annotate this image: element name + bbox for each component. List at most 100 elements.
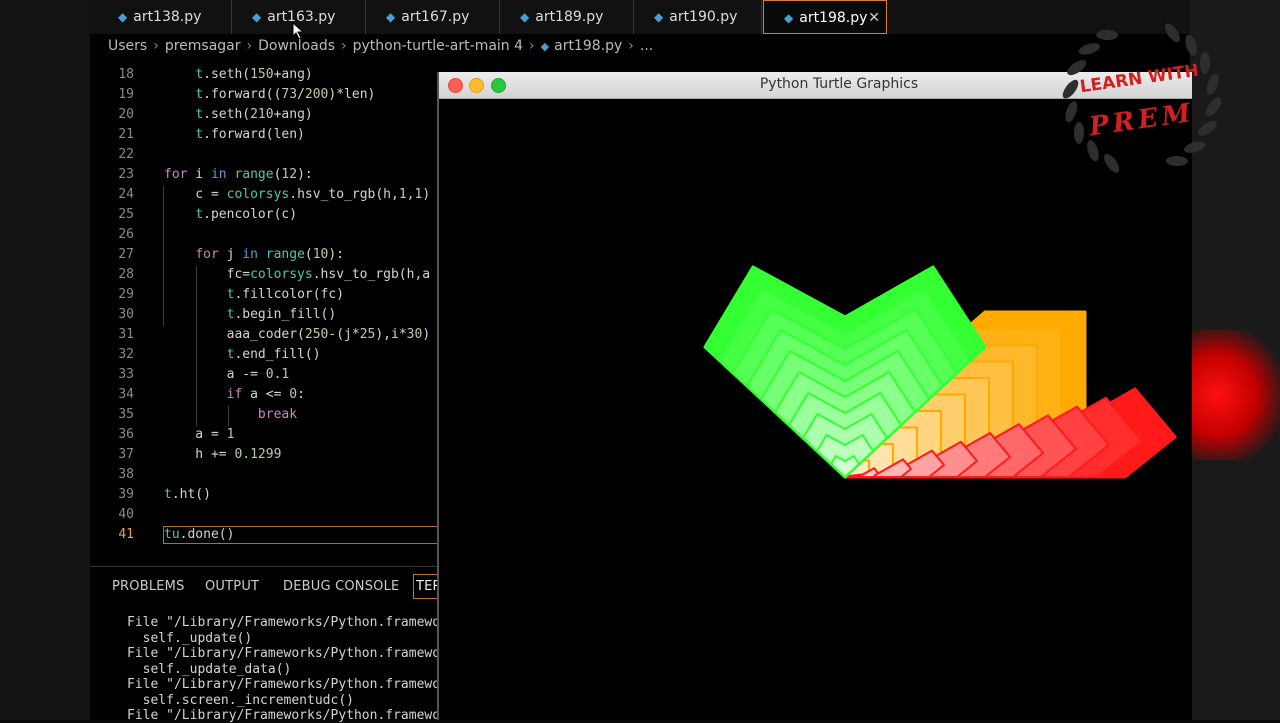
python-file-icon: ◆ — [252, 10, 262, 24]
terminal-line: File "/Library/Frameworks/Python.framewo — [127, 646, 441, 661]
code-line: t.pencolor(c) — [195, 207, 298, 222]
chevron-right-icon: › — [628, 38, 634, 54]
code-line: t.seth(210+ang) — [195, 107, 313, 122]
code-line: t.forward(len) — [195, 127, 305, 142]
tab-art138[interactable]: ◆ art138.py — [98, 0, 232, 34]
code-line: if a <= 0: — [226, 387, 305, 402]
laurel-wreath-icon — [1062, 23, 1222, 173]
python-file-icon: ◆ — [520, 10, 530, 24]
tab-bar: ◆ art138.py ◆ art163.py ◆ art167.py ◆ art189… — [90, 0, 1190, 40]
code-line: t.fillcolor(fc) — [226, 287, 345, 302]
line-number: 22 — [118, 147, 134, 162]
line-number: 39 — [118, 487, 134, 502]
laurel-leaf — [1065, 101, 1078, 123]
breadcrumb-item[interactable]: Downloads — [258, 38, 335, 54]
python-file-icon: ◆ — [540, 40, 550, 53]
line-number: 35 — [118, 407, 134, 422]
line-number: 28 — [118, 267, 134, 282]
line-number: 29 — [118, 287, 134, 302]
laurel-leaf — [1096, 29, 1119, 41]
line-number: 23 — [118, 167, 134, 182]
code-line: fc=colorsys.hsv_to_rgb(h,a — [164, 267, 431, 282]
laurel-leaf — [1062, 79, 1079, 99]
tab-label: art167.py — [401, 9, 470, 25]
line-number: 37 — [118, 447, 134, 462]
close-icon[interactable]: ✕ — [868, 1, 880, 35]
tab-art190[interactable]: ◆ art190.py — [634, 0, 762, 34]
laurel-leaf — [1206, 73, 1219, 95]
terminal-line: self._update_data() — [127, 662, 292, 677]
laurel-leaf — [1067, 60, 1087, 76]
chevron-right-icon: › — [529, 38, 535, 54]
code-line: c = colorsys.hsv_to_rgb(h,1,1) — [164, 187, 431, 202]
tab-problems[interactable]: PROBLEMS — [112, 579, 185, 594]
laurel-leaf — [1165, 155, 1188, 167]
laurel-leaf — [1199, 52, 1211, 75]
breadcrumb-item[interactable]: premsagar — [165, 38, 241, 54]
terminal-line: File "/Library/Frameworks/Python.framewo — [127, 615, 441, 630]
terminal-line: File "/Library/Frameworks/Python.framewo — [127, 677, 441, 692]
breadcrumb-item[interactable]: ... — [640, 38, 653, 54]
learn-with-prem-logo: LEARN WITH PREM — [1062, 23, 1222, 173]
tab-art167[interactable]: ◆ art167.py — [366, 0, 500, 34]
turtle-canvas — [703, 265, 1177, 479]
line-number: 19 — [118, 87, 134, 102]
line-number: 27 — [118, 247, 134, 262]
line-number: 20 — [118, 107, 134, 122]
line-number: 38 — [118, 467, 134, 482]
line-number: 40 — [118, 507, 134, 522]
breadcrumb-item[interactable]: Users — [108, 38, 147, 54]
code-line: aaa_coder(250-(j*25),i*30) — [164, 327, 431, 342]
chevron-right-icon: › — [153, 38, 159, 54]
laurel-leaf — [1104, 153, 1120, 173]
svg-text:LEARN WITH: LEARN WITH — [1079, 61, 1200, 97]
code-line: break — [257, 407, 298, 422]
code-line: for j in range(10): — [195, 247, 345, 262]
line-number: 31 — [118, 327, 134, 342]
tab-output[interactable]: OUTPUT — [205, 579, 259, 594]
laurel-leaf — [1078, 43, 1100, 55]
terminal-line: self._update() — [127, 631, 253, 646]
line-number: 21 — [118, 127, 134, 142]
laurel-leaf — [1184, 141, 1206, 153]
tab-debug-console[interactable]: DEBUG CONSOLE — [283, 579, 399, 594]
laurel-leaf — [1164, 23, 1180, 43]
line-number: 24 — [118, 187, 134, 202]
code-line: t.seth(150+ang) — [195, 67, 313, 82]
line-number: 36 — [118, 427, 134, 442]
breadcrumb-item[interactable]: art198.py — [554, 38, 622, 54]
code-line: t.forward((73/200)*len) — [195, 87, 376, 102]
tab-art198[interactable]: ◆ art198.py ✕ — [763, 0, 887, 34]
line-number: 33 — [118, 367, 134, 382]
tab-label: art138.py — [133, 9, 202, 25]
line-number: 32 — [118, 347, 134, 362]
background-left — [0, 0, 90, 720]
python-file-icon: ◆ — [654, 10, 664, 24]
code-line: h += 0.1299 — [164, 447, 282, 462]
breadcrumb-item[interactable]: python-turtle-art-main 4 — [353, 38, 523, 54]
breadcrumb: Users › premsagar › Downloads › python-turtle-… — [108, 38, 653, 54]
current-line-highlight — [163, 526, 439, 544]
tab-label: art198.py — [799, 10, 868, 26]
panel-tab-bar: PROBLEMS OUTPUT DEBUG CONSOLE TER — [90, 566, 445, 607]
line-number: 34 — [118, 387, 134, 402]
terminal-line: self.screen._incrementudc() — [127, 693, 354, 708]
laurel-leaf — [1205, 97, 1222, 117]
code-line: t.end_fill() — [226, 347, 321, 362]
turtle-art — [703, 265, 1177, 479]
line-number: 26 — [118, 227, 134, 242]
laurel-leaf — [1197, 120, 1217, 136]
line-number-current: 41 — [118, 527, 134, 542]
code-line: a = 1 — [164, 427, 235, 442]
line-number: 18 — [118, 67, 134, 82]
code-line: for i in range(12): — [164, 167, 313, 182]
svg-text:PREM: PREM — [1086, 98, 1196, 143]
tab-art189[interactable]: ◆ art189.py — [500, 0, 634, 34]
python-file-icon: ◆ — [386, 10, 396, 24]
python-file-icon: ◆ — [784, 11, 794, 25]
line-number: 30 — [118, 307, 134, 322]
laurel-leaf — [1087, 140, 1099, 162]
laurel-leaf — [1185, 34, 1197, 56]
code-line: t.ht() — [164, 487, 211, 502]
chevron-right-icon: › — [246, 38, 253, 54]
